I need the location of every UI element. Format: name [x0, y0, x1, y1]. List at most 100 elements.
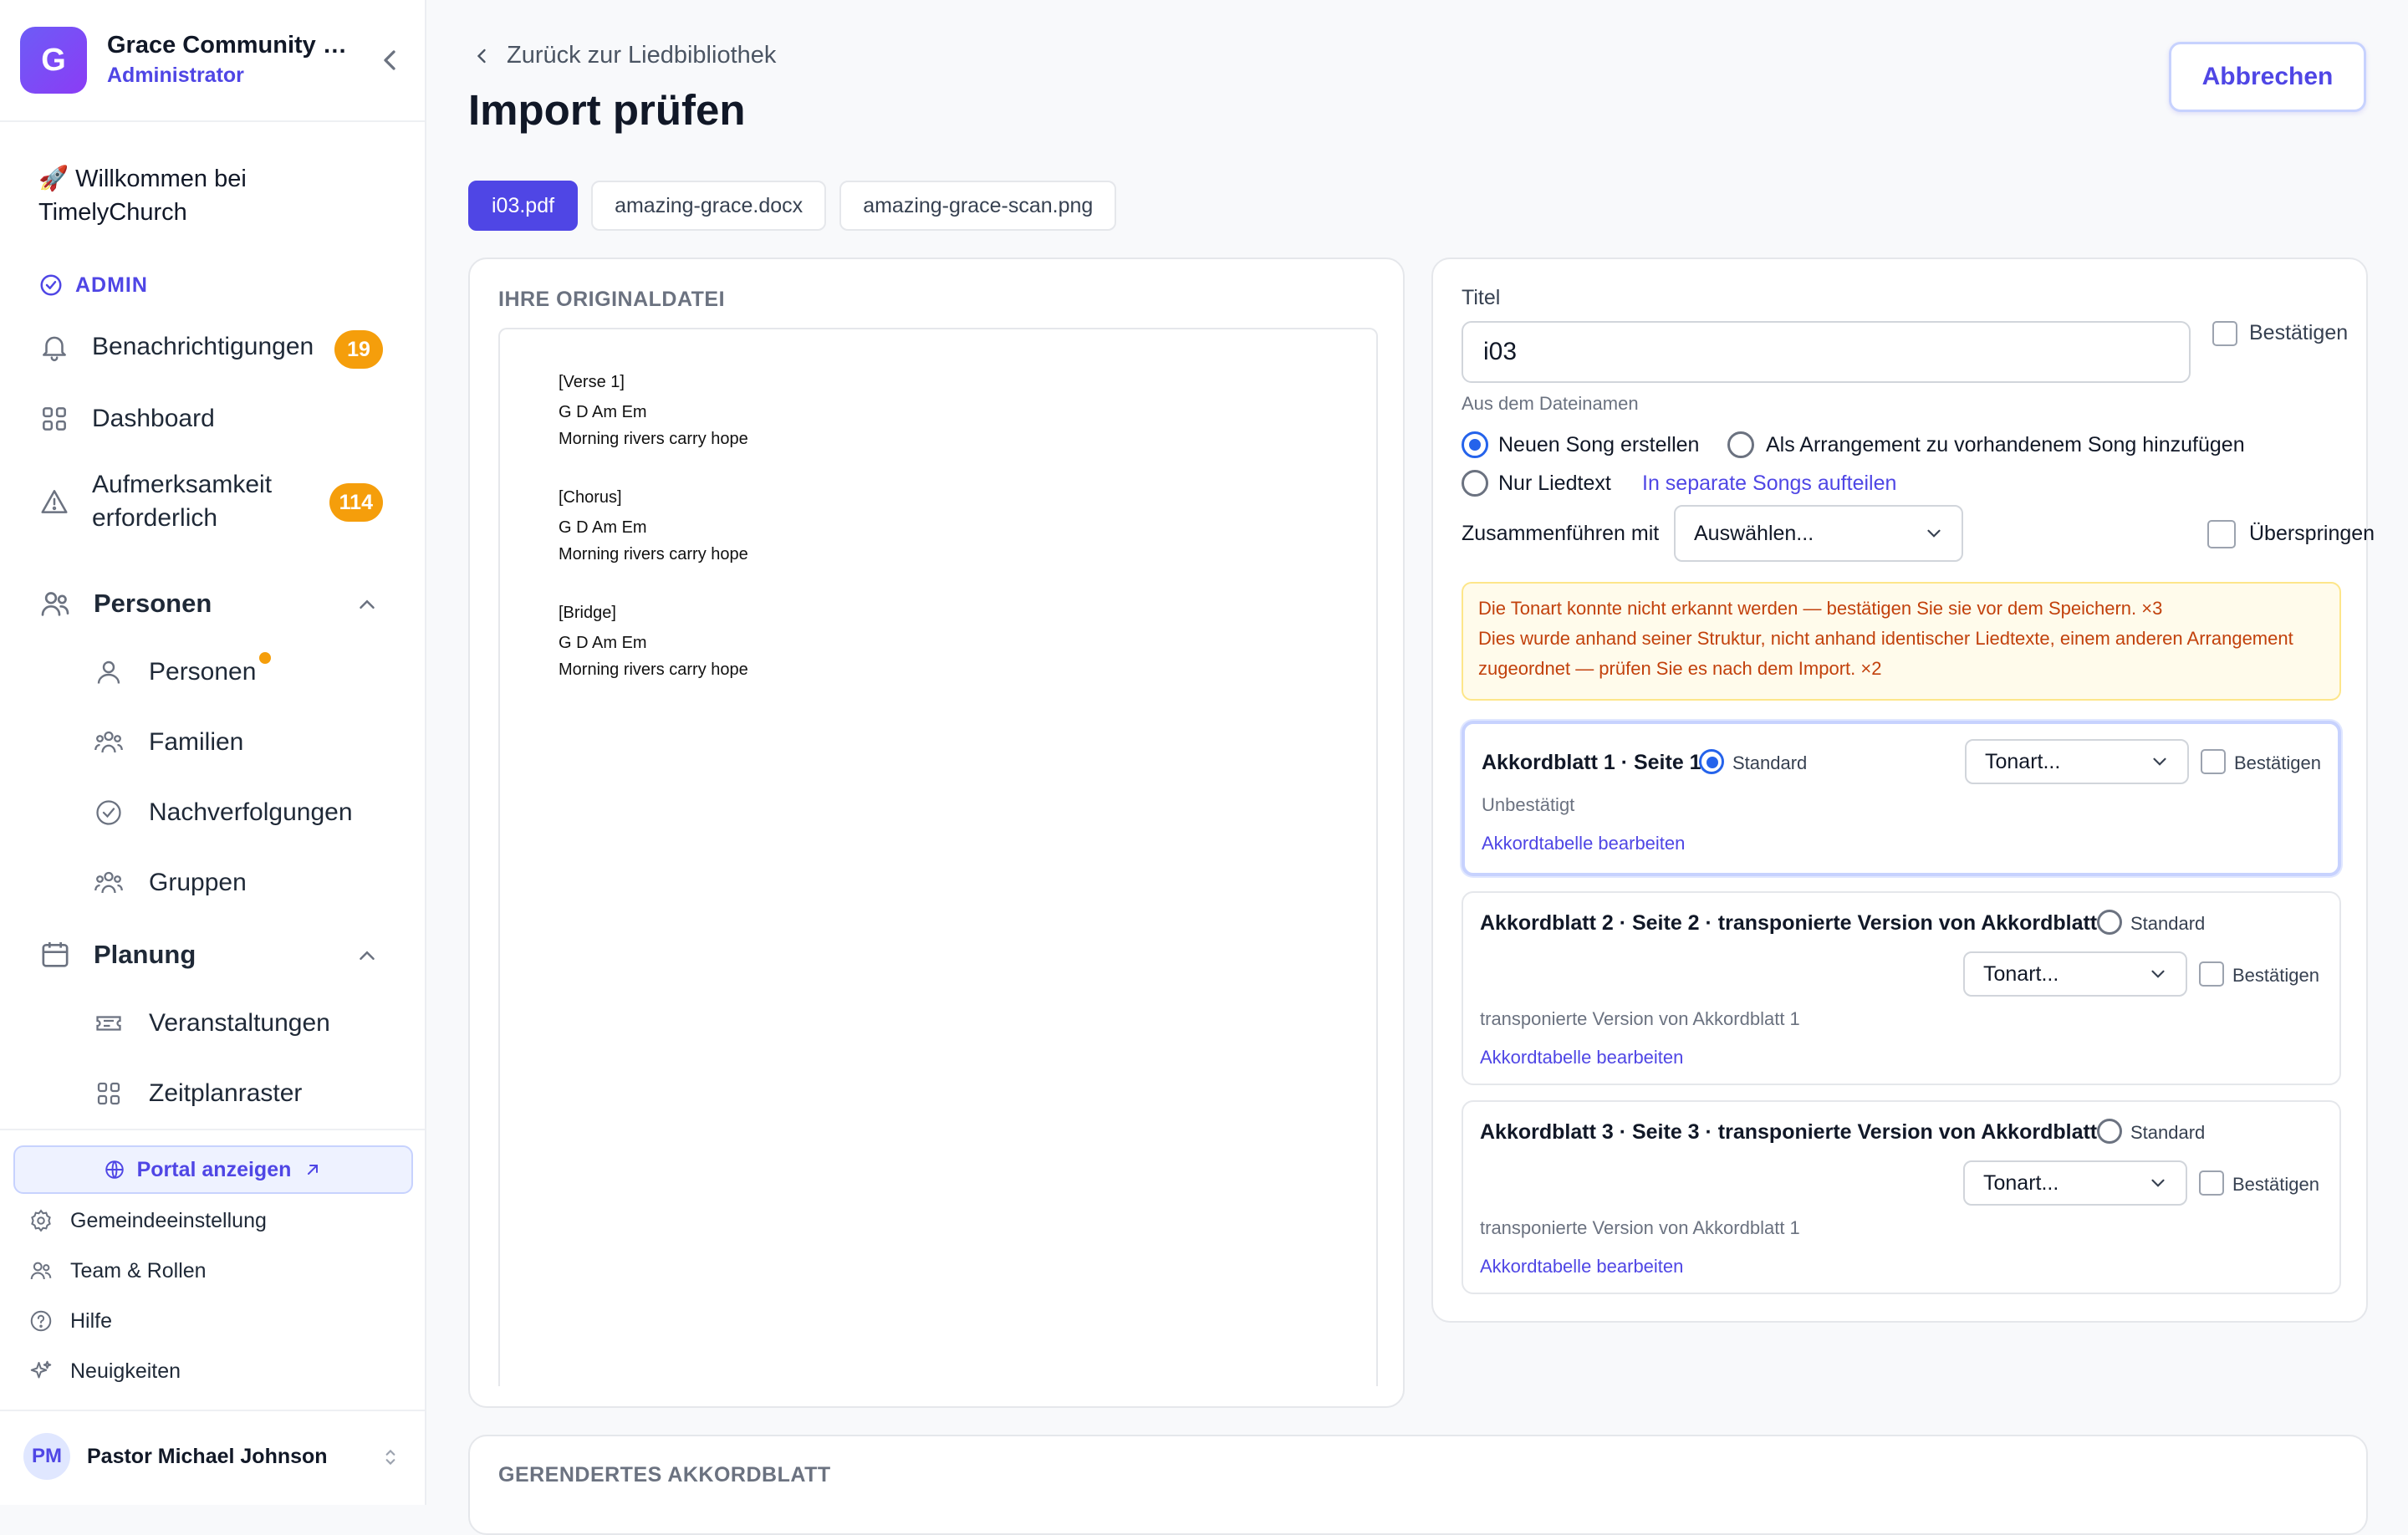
- org-logo: G: [20, 27, 87, 94]
- standard-radio[interactable]: [1699, 749, 1724, 774]
- chord-sheet-card[interactable]: Akkordblatt 3 · Seite 3 · transponierte …: [1462, 1100, 2341, 1294]
- nav-label: Benachrichtigungen: [92, 333, 314, 360]
- sidebar-item-zeitplanraster[interactable]: Zeitplanraster: [94, 1079, 302, 1109]
- skip-label: Überspringen: [2249, 522, 2375, 545]
- chevron-down-icon: [1927, 529, 1941, 538]
- nav-dashboard[interactable]: Dashboard: [38, 403, 215, 435]
- new-song-radio[interactable]: [1462, 431, 1488, 458]
- calendar-icon: [42, 942, 69, 967]
- group-people[interactable]: Personen: [38, 587, 212, 620]
- back-label: Zurück zur Liedbibliothek: [507, 42, 777, 69]
- edit-chord-table-link[interactable]: Akkordtabelle bearbeiten: [1480, 1256, 1683, 1277]
- sidebar-item-nachverfolgungen[interactable]: Nachverfolgungen: [94, 798, 353, 828]
- standard-radio[interactable]: [2097, 910, 2122, 935]
- portal-button[interactable]: Portal anzeigen: [13, 1145, 413, 1194]
- title-confirm-label: Bestätigen: [2249, 321, 2349, 344]
- nav-notifications[interactable]: Benachrichtigungen: [38, 331, 314, 363]
- doc-line: Morning rivers carry hope: [559, 545, 748, 564]
- title-hint: Aus dem Dateinamen: [1462, 393, 1639, 414]
- doc-line: G D Am Em: [559, 518, 647, 537]
- key-select[interactable]: Tonart...: [1963, 1160, 2187, 1206]
- team-roles-link[interactable]: Team & Rollen: [28, 1258, 207, 1283]
- skip-checkbox[interactable]: [2207, 520, 2236, 548]
- sheet-confirm-checkbox[interactable]: [2199, 961, 2224, 987]
- standard-label: Standard: [1732, 752, 1808, 773]
- check-circle-icon: [96, 800, 121, 825]
- sheet-confirm-checkbox[interactable]: [2199, 1170, 2224, 1196]
- footer-label: Neuigkeiten: [70, 1359, 181, 1383]
- chevron-updown-icon[interactable]: [380, 1446, 401, 1468]
- warning-icon: [41, 490, 68, 513]
- edit-chord-table-link[interactable]: Akkordtabelle bearbeiten: [1482, 833, 1685, 854]
- sheet-title: Akkordblatt 3 · Seite 3 · transponierte …: [1480, 1120, 2115, 1144]
- page-title: Import prüfen: [468, 86, 746, 134]
- chevron-down-icon: [2151, 1179, 2165, 1187]
- nav-attention[interactable]: Aufmerksamkeit erforderlich: [38, 468, 314, 535]
- notifications-badge: 19: [334, 330, 383, 369]
- cancel-button[interactable]: Abbrechen: [2169, 42, 2366, 112]
- avatar: PM: [23, 1433, 70, 1480]
- main-content: Zurück zur Liedbibliothek Import prüfen …: [426, 0, 2408, 1535]
- key-select[interactable]: Tonart...: [1963, 951, 2187, 997]
- news-link[interactable]: Neuigkeiten: [28, 1359, 181, 1384]
- file-tab-amazing-grace-docx[interactable]: amazing-grace.docx: [591, 181, 827, 231]
- footer-label: Hilfe: [70, 1308, 113, 1333]
- sheet-confirm-checkbox[interactable]: [2201, 749, 2226, 774]
- attention-badge: 114: [329, 483, 383, 522]
- file-tab-i03-pdf[interactable]: i03.pdf: [468, 181, 579, 231]
- portal-label: Portal anzeigen: [136, 1157, 292, 1181]
- sidebar-item-familien[interactable]: Familien: [94, 727, 243, 757]
- import-form-panel: Titel i03 Bestätigen Aus dem Dateinamen …: [1431, 258, 2375, 1323]
- settings-link[interactable]: Gemeindeeinstellung: [28, 1208, 267, 1233]
- chevron-up-icon[interactable]: [355, 943, 380, 968]
- section-label: GERENDERTES AKKORDBLATT: [498, 1463, 831, 1487]
- group-label: Planung: [94, 940, 196, 969]
- user-menu[interactable]: PM Pastor Michael Johnson: [23, 1433, 328, 1480]
- user-name: Pastor Michael Johnson: [87, 1444, 328, 1468]
- key-select-value: Tonart...: [1983, 961, 2059, 986]
- chevron-up-icon[interactable]: [355, 592, 380, 617]
- merge-label: Zusammenführen mit: [1462, 522, 1660, 545]
- sidebar-item-label: Gruppen: [149, 869, 247, 896]
- key-select[interactable]: Tonart...: [1965, 739, 2189, 784]
- org-role: Administrator: [107, 64, 244, 87]
- grid-icon: [97, 1082, 120, 1105]
- edit-chord-table-link[interactable]: Akkordtabelle bearbeiten: [1480, 1047, 1683, 1068]
- key-select-value: Tonart...: [1983, 1170, 2059, 1195]
- split-songs-link[interactable]: In separate Songs aufteilen: [1642, 472, 1896, 496]
- standard-radio[interactable]: [2097, 1119, 2122, 1144]
- title-confirm-checkbox[interactable]: [2212, 321, 2237, 346]
- sidebar: G Grace Community Church Administrator 🚀…: [0, 0, 426, 1505]
- footer-label: Gemeindeeinstellung: [70, 1208, 267, 1232]
- sheet-confirm-label: Bestätigen: [2234, 752, 2321, 773]
- chevron-down-icon: [2153, 757, 2166, 766]
- doc-line: [Bridge]: [559, 604, 616, 622]
- merge-select[interactable]: Auswählen...: [1674, 505, 1963, 562]
- lyrics-only-radio[interactable]: [1462, 470, 1488, 497]
- sidebar-item-gruppen[interactable]: Gruppen: [94, 868, 247, 898]
- title-input[interactable]: i03: [1462, 321, 2191, 383]
- org-switcher[interactable]: G Grace Community Church Administrator: [20, 27, 406, 94]
- doc-line: G D Am Em: [559, 403, 647, 421]
- help-icon: [30, 1310, 52, 1332]
- file-tab-amazing-grace-scan-png[interactable]: amazing-grace-scan.png: [839, 181, 1117, 231]
- doc-line: G D Am Em: [559, 634, 647, 652]
- collapse-sidebar-icon[interactable]: [373, 43, 406, 77]
- doc-line: Morning rivers carry hope: [559, 660, 748, 679]
- back-link[interactable]: Zurück zur Liedbibliothek: [470, 42, 776, 69]
- help-link[interactable]: Hilfe: [28, 1308, 112, 1334]
- external-link-icon: [308, 1165, 319, 1175]
- sidebar-item-personen[interactable]: Personen: [94, 657, 256, 687]
- chord-sheet-card[interactable]: Akkordblatt 1 · Seite 1 Standard Tonart.…: [1462, 721, 2341, 876]
- bell-icon: [43, 336, 66, 362]
- sheet-status: transponierte Version von Akkordblatt 1: [1480, 1217, 1800, 1238]
- arrangement-radio[interactable]: [1727, 431, 1754, 458]
- divider: [0, 1410, 425, 1411]
- sidebar-item-veranstaltungen[interactable]: Veranstaltungen: [94, 1008, 330, 1038]
- nav-label: Aufmerksamkeit erforderlich: [92, 471, 273, 532]
- group-planning[interactable]: Planung: [38, 938, 196, 971]
- arrangement-label: Als Arrangement zu vorhandenem Song hinz…: [1766, 433, 2245, 456]
- file-tabs: i03.pdf amazing-grace.docx amazing-grace…: [468, 181, 1117, 231]
- org-name: Grace Community Church: [107, 32, 349, 59]
- chord-sheet-card[interactable]: Akkordblatt 2 · Seite 2 · transponierte …: [1462, 891, 2341, 1085]
